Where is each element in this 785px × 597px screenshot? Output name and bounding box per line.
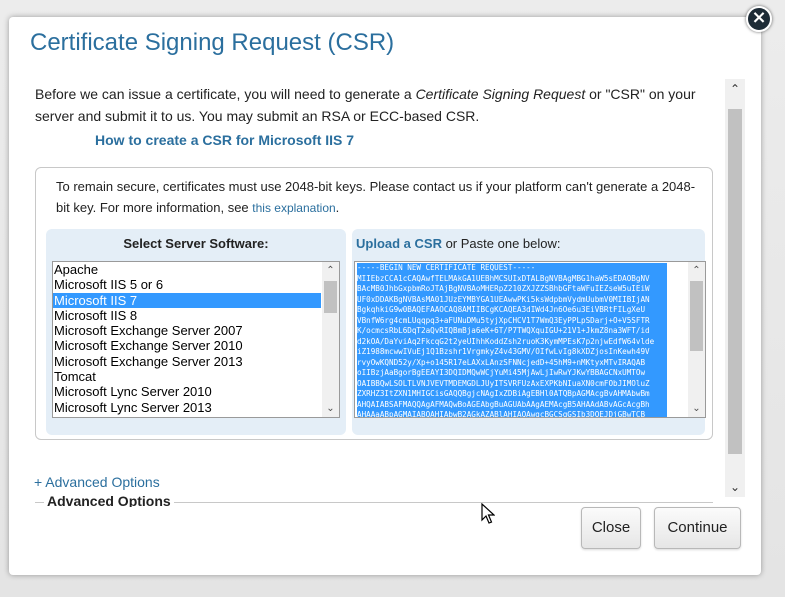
scroll-down-arrow-icon[interactable]: ⌄	[322, 400, 339, 417]
server-option[interactable]: Microsoft Exchange Server 2013	[53, 354, 321, 369]
csr-text-content: -----BEGIN NEW CERTIFICATE REQUEST----- M…	[357, 263, 667, 417]
scroll-down-arrow-icon[interactable]: ⌄	[688, 400, 705, 417]
csr-line: BgkqhkiG9w0BAQEFAAOCAQ8AMIIBCgKCAQEA3dIW…	[357, 305, 667, 316]
scroll-up-arrow-icon[interactable]: ⌃	[322, 262, 339, 279]
close-button[interactable]: Close	[581, 507, 641, 549]
csr-line: MIIEbzCCA1cCAQAwfTELMAkGA1UEBhMCSUIxDTAL…	[357, 273, 667, 284]
csr-scrollbar[interactable]: ⌃ ⌄	[688, 262, 705, 417]
server-option[interactable]: Apache	[53, 262, 321, 277]
csr-line: ZXRHZ3ItZXN1MHIGCisGAQQBgjcNAgIxZDBiAgEB…	[357, 389, 667, 400]
server-option[interactable]: Microsoft Lync Server 2013	[53, 400, 321, 415]
server-software-listbox[interactable]: Apache Microsoft IIS 5 or 6 Microsoft IIS …	[52, 261, 340, 418]
listbox-scrollbar[interactable]: ⌃ ⌄	[322, 262, 339, 417]
upload-heading-rest: or Paste one below:	[441, 236, 561, 251]
csr-line: d2kOA/DaYviAq2FkcqG2t2yeUIhhKoddZsh2ruoK…	[357, 336, 667, 347]
server-option[interactable]: Microsoft Exchange Server 2010	[53, 338, 321, 353]
upload-csr-link[interactable]: Upload a CSR	[356, 236, 442, 251]
intro-part1: Before we can issue a certificate, you w…	[35, 86, 416, 102]
close-icon[interactable]: ×	[746, 6, 772, 32]
csr-line: AHAAaABpAGMAIABQAHIAbwB2AGkAZABlAHIAQAwg…	[357, 410, 667, 417]
dialog-content: Before we can issue a certificate, you w…	[9, 79, 727, 507]
csr-panel: Upload a CSR or Paste one below: -----BE…	[352, 229, 706, 435]
csr-line: AHQAIABSAFMAQQAgAFMAQwBoAGEAbgBuAGUAbAAg…	[357, 399, 667, 410]
csr-line: -----BEGIN NEW CERTIFICATE REQUEST-----	[357, 263, 667, 274]
key-note-text: To remain secure, certificates must use …	[56, 179, 696, 215]
csr-line: K/ocmcsRbL6DqT2aQvRIQBmBja6eK+6T/P7TWQXq…	[357, 326, 667, 337]
scroll-up-arrow-icon[interactable]: ⌃	[688, 262, 705, 279]
scroll-down-arrow-icon[interactable]: ⌄	[725, 477, 745, 497]
server-option[interactable]: Microsoft Exchange Server 2007	[53, 323, 321, 338]
server-option[interactable]: Tomcat	[53, 369, 321, 384]
server-option[interactable]: Microsoft IIS 5 or 6	[53, 277, 321, 292]
scroll-thumb[interactable]	[324, 281, 337, 313]
csr-line: oIIBzjAaBgorBgEEAYI3DQIDMQwWCjYuMi45MjAw…	[357, 368, 667, 379]
dialog-scrollbar[interactable]: ⌃ ⌄	[725, 79, 745, 497]
mouse-cursor-icon	[481, 503, 495, 524]
csr-dialog: Certificate Signing Request (CSR) Before…	[9, 17, 761, 575]
csr-line: UF0xDDAKBgNVBAsMA01JUzEYMBYGA1UEAwwPKi5k…	[357, 294, 667, 305]
csr-line: BAcMB0JhbGxpbmRoJTAjBgNVBAoMHERpZ210ZXJZ…	[357, 284, 667, 295]
csr-textarea[interactable]: -----BEGIN NEW CERTIFICATE REQUEST----- M…	[354, 261, 706, 418]
server-software-options: Apache Microsoft IIS 5 or 6 Microsoft IIS …	[53, 262, 321, 415]
server-option[interactable]: Microsoft Lync Server 2010	[53, 384, 321, 399]
scroll-up-arrow-icon[interactable]: ⌃	[725, 79, 745, 99]
advanced-options-legend: Advanced Options	[44, 493, 174, 507]
explanation-link[interactable]: this explanation	[252, 201, 335, 215]
intro-emphasis: Certificate Signing Request	[415, 86, 586, 102]
csr-line: OAIBBQwLSOLTLVNJVEVTMDEMGDLJUyITSVRFUzAx…	[357, 378, 667, 389]
key-note: To remain secure, certificates must use …	[56, 176, 696, 219]
scroll-thumb[interactable]	[728, 109, 742, 454]
csr-line: VBnfW6rg4cmLUqqpq3+aFUNuDMu5tyjXpCHCV1T7…	[357, 315, 667, 326]
howto-csr-link[interactable]: How to create a CSR for Microsoft IIS 7	[95, 132, 354, 148]
advanced-options-toggle[interactable]: + Advanced Options	[34, 474, 160, 490]
intro-text: Before we can issue a certificate, you w…	[35, 83, 715, 127]
scroll-thumb[interactable]	[690, 281, 703, 351]
csr-input-box: To remain secure, certificates must use …	[35, 167, 713, 440]
server-software-panel: Select Server Software: Apache Microsoft …	[46, 229, 346, 435]
dialog-title: Certificate Signing Request (CSR)	[30, 29, 395, 56]
csr-line: rvyOwKQND52y/Xp+o145R17eLAXxLAnzSFNNcjed…	[357, 357, 667, 368]
server-option[interactable]: Microsoft IIS 8	[53, 308, 321, 323]
server-software-title: Select Server Software:	[123, 236, 269, 251]
upload-heading: Upload a CSR or Paste one below:	[356, 236, 561, 251]
continue-button[interactable]: Continue	[654, 507, 741, 549]
server-option[interactable]: Microsoft IIS 7	[53, 292, 321, 308]
key-note-end: .	[335, 200, 340, 215]
csr-line: iZ1988mcwwIVuEj1Q1Bzshr1VrgmkyZ4v43GMV/O…	[357, 347, 667, 358]
